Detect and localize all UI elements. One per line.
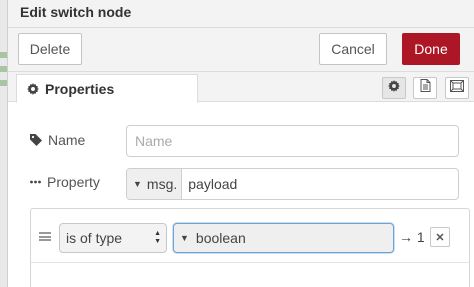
select-updown-icon: ▲ ▼ — [154, 230, 161, 245]
caret-down-icon: ▼ — [133, 179, 142, 189]
property-value[interactable]: payload — [182, 176, 237, 192]
rule-operator-select[interactable]: is of type ▲ ▼ — [59, 223, 167, 253]
tray-toolbar: Delete Cancel Done — [8, 28, 474, 72]
delete-button[interactable]: Delete — [18, 33, 82, 65]
caret-down-icon: ▼ — [180, 233, 189, 243]
appearance-icon — [450, 79, 464, 97]
tab-properties-label: Properties — [45, 80, 115, 97]
rule-value-type-select[interactable]: ▼ boolean — [173, 223, 394, 253]
tab-properties[interactable]: Properties — [16, 74, 198, 103]
canvas-node — [0, 80, 7, 86]
cancel-button[interactable]: Cancel — [319, 33, 387, 65]
name-label-row: Name — [30, 132, 85, 148]
node-appearance-tab[interactable] — [445, 77, 469, 99]
tag-icon — [30, 134, 42, 146]
workspace-canvas-edge — [0, 0, 8, 287]
node-description-tab[interactable] — [413, 77, 437, 99]
property-type-label: msg. — [146, 176, 178, 192]
dialog-title: Edit switch node — [20, 4, 132, 20]
rule-operator-label: is of type — [66, 230, 123, 246]
tab-bar: Properties — [8, 72, 474, 103]
remove-rule-button[interactable]: ✕ — [430, 227, 450, 247]
gear-icon — [27, 82, 39, 95]
rule-output-number: 1 — [416, 229, 425, 245]
ellipsis-icon — [30, 180, 41, 184]
property-label-row: Property — [30, 174, 100, 190]
gear-icon — [388, 79, 400, 97]
close-icon: ✕ — [435, 231, 445, 244]
arrow-right-icon: → — [399, 229, 413, 245]
drag-handle-icon[interactable] — [39, 232, 51, 241]
description-icon — [420, 79, 431, 97]
edit-tray: Edit switch node Delete Cancel Done Prop… — [8, 0, 474, 287]
rule-output-port: → 1 — [399, 229, 425, 245]
property-label: Property — [47, 174, 100, 190]
name-input[interactable] — [126, 125, 459, 157]
node-properties-tab[interactable] — [382, 77, 406, 99]
tray-header: Edit switch node — [8, 0, 474, 28]
canvas-node — [0, 66, 7, 72]
rule-row: is of type ▲ ▼ ▼ boolean → 1 ✕ — [31, 209, 469, 263]
rule-value-type-label: boolean — [195, 230, 246, 246]
property-type-select[interactable]: ▼ msg. — [127, 169, 183, 199]
name-label: Name — [48, 132, 86, 148]
canvas-node — [0, 52, 7, 58]
rules-list: is of type ▲ ▼ ▼ boolean → 1 ✕ — [30, 208, 470, 287]
property-typed-input[interactable]: ▼ msg. payload — [126, 168, 459, 200]
done-button[interactable]: Done — [402, 33, 460, 65]
